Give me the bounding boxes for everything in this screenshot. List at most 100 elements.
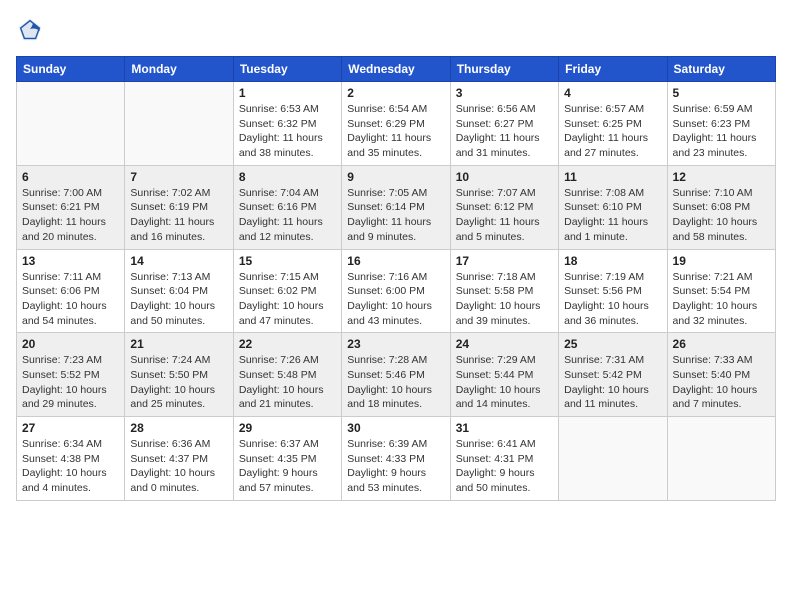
day-of-week-wednesday: Wednesday [342, 57, 450, 82]
day-info: Sunrise: 7:11 AM Sunset: 6:06 PM Dayligh… [22, 270, 119, 329]
day-info: Sunrise: 6:54 AM Sunset: 6:29 PM Dayligh… [347, 102, 444, 161]
day-number: 8 [239, 170, 336, 184]
calendar-table: SundayMondayTuesdayWednesdayThursdayFrid… [16, 56, 776, 501]
calendar-cell: 29Sunrise: 6:37 AM Sunset: 4:35 PM Dayli… [233, 417, 341, 501]
day-number: 18 [564, 254, 661, 268]
day-number: 31 [456, 421, 553, 435]
day-info: Sunrise: 7:24 AM Sunset: 5:50 PM Dayligh… [130, 353, 227, 412]
calendar-week-2: 6 Sunrise: 7:00 AM Sunset: 6:21 PM Daylig… [17, 165, 776, 249]
day-number: 2 [347, 86, 444, 100]
day-info: Sunrise: 7:29 AM Sunset: 5:44 PM Dayligh… [456, 353, 553, 412]
calendar-cell: 23 Sunrise: 7:28 AM Sunset: 5:46 PM Dayli… [342, 333, 450, 417]
calendar-week-1: 1 Sunrise: 6:53 AM Sunset: 6:32 PM Daylig… [17, 82, 776, 166]
calendar-cell [125, 82, 233, 166]
day-info: Sunrise: 7:33 AM Sunset: 5:40 PM Dayligh… [673, 353, 770, 412]
day-info: Sunrise: 7:28 AM Sunset: 5:46 PM Dayligh… [347, 353, 444, 412]
day-info: Sunrise: 7:08 AM Sunset: 6:10 PM Dayligh… [564, 186, 661, 245]
day-of-week-saturday: Saturday [667, 57, 775, 82]
day-number: 16 [347, 254, 444, 268]
day-number: 24 [456, 337, 553, 351]
calendar-cell: 19Sunrise: 7:21 AM Sunset: 5:54 PM Dayli… [667, 249, 775, 333]
calendar-cell: 20 Sunrise: 7:23 AM Sunset: 5:52 PM Dayli… [17, 333, 125, 417]
day-info: Sunrise: 7:26 AM Sunset: 5:48 PM Dayligh… [239, 353, 336, 412]
calendar-cell: 3 Sunrise: 6:56 AM Sunset: 6:27 PM Daylig… [450, 82, 558, 166]
day-info: Sunrise: 6:53 AM Sunset: 6:32 PM Dayligh… [239, 102, 336, 161]
day-info: Sunrise: 6:57 AM Sunset: 6:25 PM Dayligh… [564, 102, 661, 161]
calendar-cell: 14 Sunrise: 7:13 AM Sunset: 6:04 PM Dayli… [125, 249, 233, 333]
day-info: Sunrise: 6:59 AM Sunset: 6:23 PM Dayligh… [673, 102, 770, 161]
day-info: Sunrise: 7:05 AM Sunset: 6:14 PM Dayligh… [347, 186, 444, 245]
calendar-cell: 27 Sunrise: 6:34 AM Sunset: 4:38 PM Dayli… [17, 417, 125, 501]
day-number: 19 [673, 254, 770, 268]
day-number: 20 [22, 337, 119, 351]
day-number: 28 [130, 421, 227, 435]
day-of-week-friday: Friday [559, 57, 667, 82]
day-info: Sunrise: 7:04 AM Sunset: 6:16 PM Dayligh… [239, 186, 336, 245]
day-number: 6 [22, 170, 119, 184]
day-number: 13 [22, 254, 119, 268]
calendar-cell: 16Sunrise: 7:16 AM Sunset: 6:00 PM Dayli… [342, 249, 450, 333]
calendar-cell: 26 Sunrise: 7:33 AM Sunset: 5:40 PM Dayli… [667, 333, 775, 417]
calendar-cell: 7 Sunrise: 7:02 AM Sunset: 6:19 PM Daylig… [125, 165, 233, 249]
day-info: Sunrise: 7:13 AM Sunset: 6:04 PM Dayligh… [130, 270, 227, 329]
calendar-week-3: 13 Sunrise: 7:11 AM Sunset: 6:06 PM Dayli… [17, 249, 776, 333]
day-number: 11 [564, 170, 661, 184]
day-number: 1 [239, 86, 336, 100]
day-of-week-tuesday: Tuesday [233, 57, 341, 82]
day-info: Sunrise: 6:56 AM Sunset: 6:27 PM Dayligh… [456, 102, 553, 161]
calendar-cell: 2 Sunrise: 6:54 AM Sunset: 6:29 PM Daylig… [342, 82, 450, 166]
day-number: 12 [673, 170, 770, 184]
calendar-cell: 31Sunrise: 6:41 AM Sunset: 4:31 PM Dayli… [450, 417, 558, 501]
calendar-cell: 9Sunrise: 7:05 AM Sunset: 6:14 PM Daylig… [342, 165, 450, 249]
calendar-cell: 24 Sunrise: 7:29 AM Sunset: 5:44 PM Dayli… [450, 333, 558, 417]
day-number: 30 [347, 421, 444, 435]
calendar-cell [17, 82, 125, 166]
day-number: 29 [239, 421, 336, 435]
day-of-week-thursday: Thursday [450, 57, 558, 82]
day-of-week-monday: Monday [125, 57, 233, 82]
day-number: 10 [456, 170, 553, 184]
calendar-cell: 6 Sunrise: 7:00 AM Sunset: 6:21 PM Daylig… [17, 165, 125, 249]
calendar-cell: 11 Sunrise: 7:08 AM Sunset: 6:10 PM Dayli… [559, 165, 667, 249]
day-info: Sunrise: 6:34 AM Sunset: 4:38 PM Dayligh… [22, 437, 119, 496]
days-of-week-row: SundayMondayTuesdayWednesdayThursdayFrid… [17, 57, 776, 82]
day-of-week-sunday: Sunday [17, 57, 125, 82]
day-number: 14 [130, 254, 227, 268]
day-info: Sunrise: 7:31 AM Sunset: 5:42 PM Dayligh… [564, 353, 661, 412]
day-number: 5 [673, 86, 770, 100]
day-info: Sunrise: 7:15 AM Sunset: 6:02 PM Dayligh… [239, 270, 336, 329]
calendar-cell: 10 Sunrise: 7:07 AM Sunset: 6:12 PM Dayli… [450, 165, 558, 249]
calendar-cell: 30Sunrise: 6:39 AM Sunset: 4:33 PM Dayli… [342, 417, 450, 501]
day-number: 27 [22, 421, 119, 435]
day-number: 4 [564, 86, 661, 100]
calendar-cell [667, 417, 775, 501]
calendar-cell: 25 Sunrise: 7:31 AM Sunset: 5:42 PM Dayli… [559, 333, 667, 417]
day-number: 7 [130, 170, 227, 184]
calendar-cell: 5 Sunrise: 6:59 AM Sunset: 6:23 PM Daylig… [667, 82, 775, 166]
day-info: Sunrise: 7:07 AM Sunset: 6:12 PM Dayligh… [456, 186, 553, 245]
day-number: 23 [347, 337, 444, 351]
day-info: Sunrise: 7:02 AM Sunset: 6:19 PM Dayligh… [130, 186, 227, 245]
calendar-cell: 15Sunrise: 7:15 AM Sunset: 6:02 PM Dayli… [233, 249, 341, 333]
day-info: Sunrise: 7:23 AM Sunset: 5:52 PM Dayligh… [22, 353, 119, 412]
day-number: 17 [456, 254, 553, 268]
calendar-cell: 28 Sunrise: 6:36 AM Sunset: 4:37 PM Dayli… [125, 417, 233, 501]
day-info: Sunrise: 6:36 AM Sunset: 4:37 PM Dayligh… [130, 437, 227, 496]
calendar-header: SundayMondayTuesdayWednesdayThursdayFrid… [17, 57, 776, 82]
day-number: 26 [673, 337, 770, 351]
logo [16, 16, 48, 44]
day-number: 3 [456, 86, 553, 100]
calendar-cell: 8 Sunrise: 7:04 AM Sunset: 6:16 PM Daylig… [233, 165, 341, 249]
page-header [16, 16, 776, 44]
logo-icon [16, 16, 44, 44]
calendar-cell: 12 Sunrise: 7:10 AM Sunset: 6:08 PM Dayli… [667, 165, 775, 249]
calendar-cell: 17 Sunrise: 7:18 AM Sunset: 5:58 PM Dayli… [450, 249, 558, 333]
calendar-cell: 18Sunrise: 7:19 AM Sunset: 5:56 PM Dayli… [559, 249, 667, 333]
day-number: 21 [130, 337, 227, 351]
day-number: 25 [564, 337, 661, 351]
calendar-cell [559, 417, 667, 501]
day-info: Sunrise: 7:18 AM Sunset: 5:58 PM Dayligh… [456, 270, 553, 329]
calendar-body: 1 Sunrise: 6:53 AM Sunset: 6:32 PM Daylig… [17, 82, 776, 501]
day-info: Sunrise: 7:00 AM Sunset: 6:21 PM Dayligh… [22, 186, 119, 245]
day-info: Sunrise: 7:10 AM Sunset: 6:08 PM Dayligh… [673, 186, 770, 245]
